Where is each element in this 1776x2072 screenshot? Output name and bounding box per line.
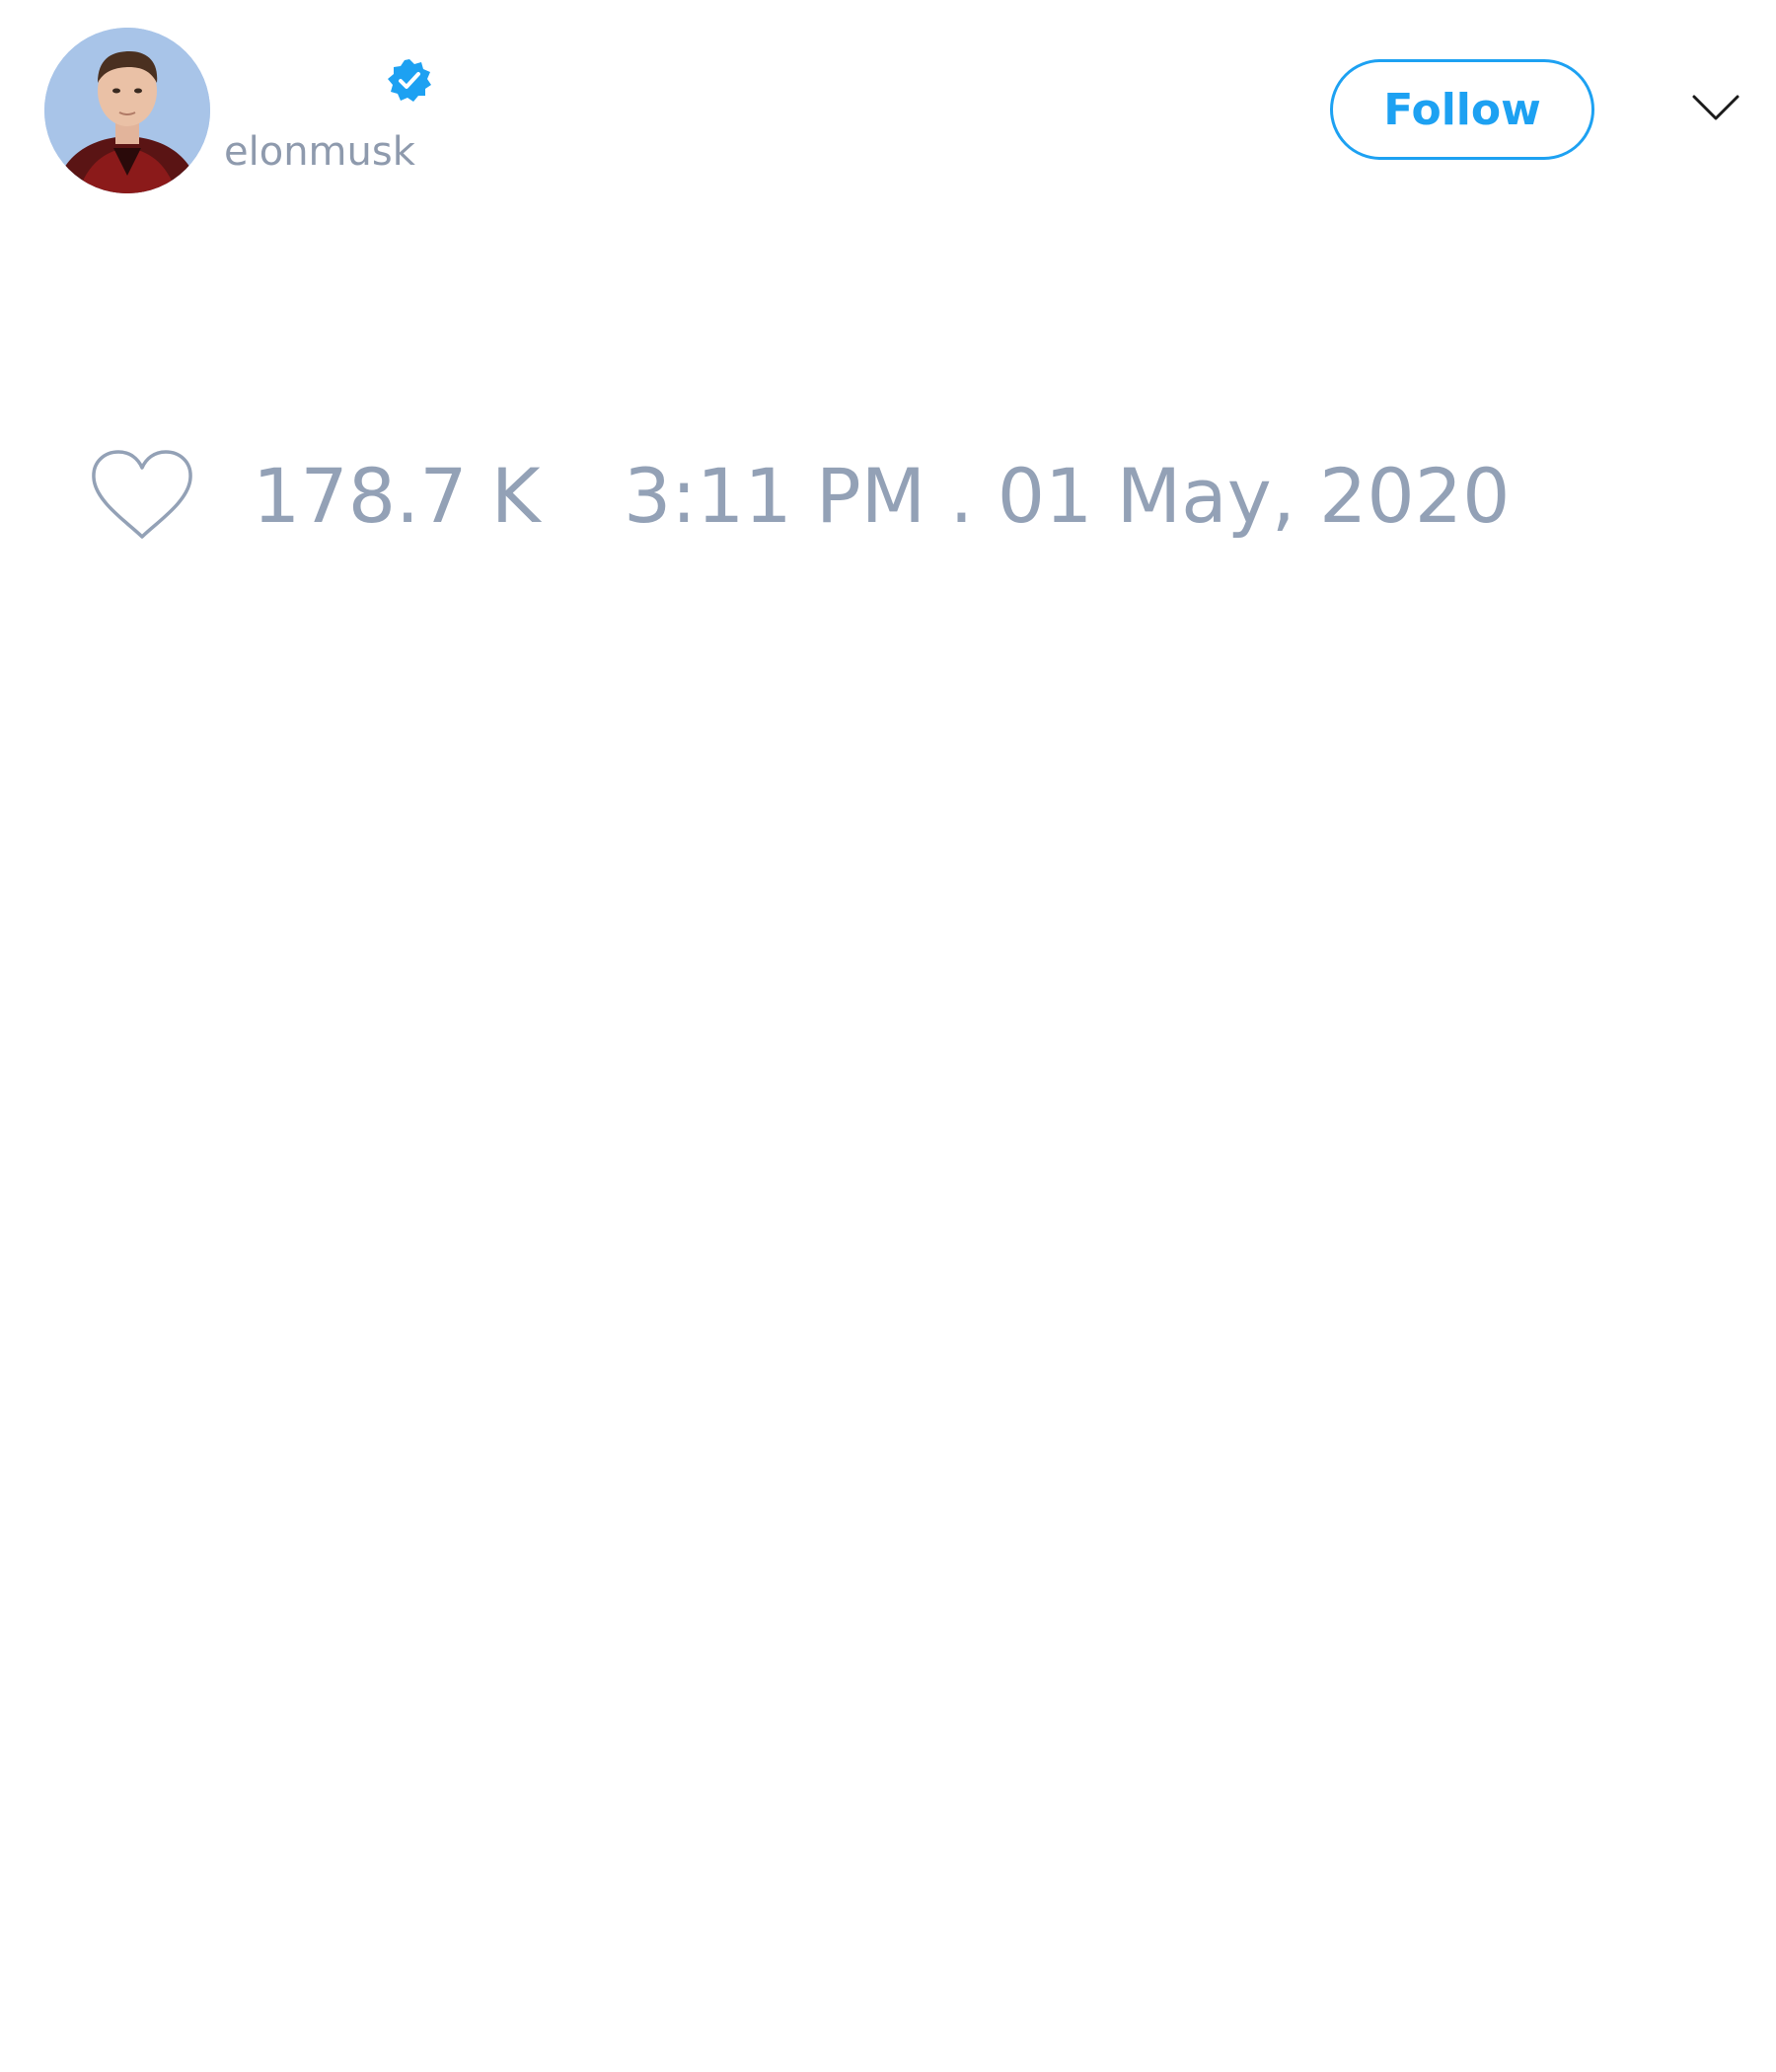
like-count: 178.7 K (253, 452, 541, 540)
profile-photo-icon (44, 28, 210, 193)
chevron-down-icon[interactable] (1691, 91, 1740, 126)
tweet-timestamp[interactable]: 3:11 PM . 01 May, 2020 (624, 452, 1510, 541)
heart-outline-icon[interactable] (89, 448, 195, 543)
author-handle[interactable]: elonmusk (224, 128, 415, 176)
follow-button[interactable]: Follow (1330, 59, 1594, 160)
verified-badge-icon (388, 59, 431, 102)
avatar[interactable] (44, 28, 210, 193)
tweet-meta: 178.7 K 3:11 PM . 01 May, 2020 (0, 434, 1776, 562)
tweet-header: elonmusk Follow (0, 0, 1776, 217)
